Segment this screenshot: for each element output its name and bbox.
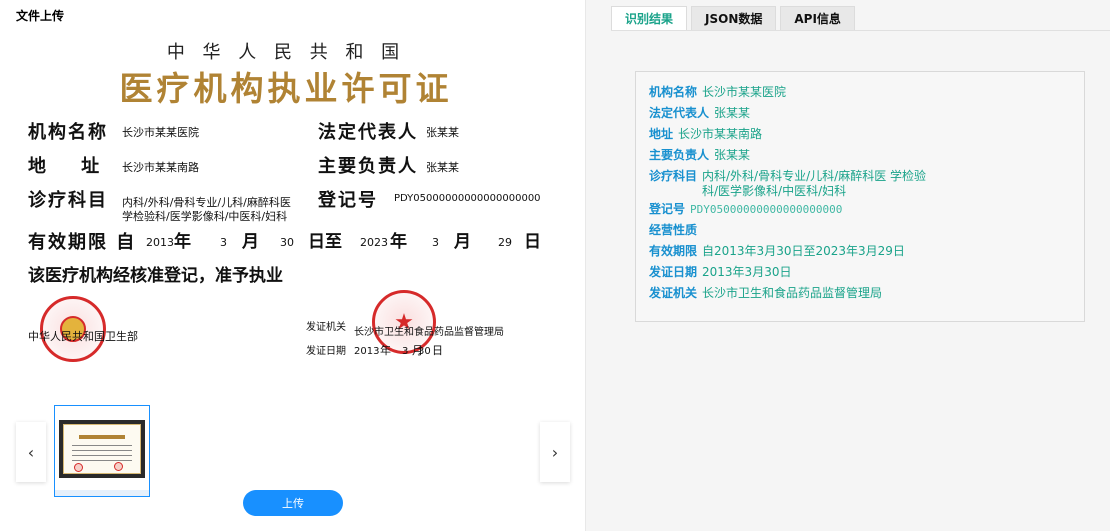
license-issue-year: 2013: [354, 346, 380, 357]
license-issue-day: 30: [418, 346, 431, 357]
field-value: 内科/外科/骨科专业/儿科/麻醉科医 学检验科/医学影像科/中医科/妇科: [702, 169, 927, 198]
license-label-addr: 地 址: [28, 156, 102, 177]
license-label-validity: 有效期限 自: [28, 232, 137, 253]
field-value: 长沙市某某医院: [702, 85, 787, 99]
result-row: 主要负责人 张某某: [649, 145, 1071, 166]
upload-button[interactable]: 上传: [243, 490, 343, 516]
field-value: 长沙市卫生和食品药品监督管理局: [702, 286, 883, 300]
chevron-right-icon: ›: [551, 442, 559, 462]
field-key: 地址: [649, 127, 674, 141]
license-country: 中 华 人 民 共 和 国: [166, 42, 406, 63]
tab-bar: 识别结果 JSON数据 API信息: [611, 6, 855, 30]
tab-json-data[interactable]: JSON数据: [691, 6, 777, 30]
license-value-chief: 张某某: [426, 161, 459, 174]
field-key: 登记号: [649, 202, 686, 216]
field-key: 诊疗科目: [649, 169, 698, 183]
license-value-subjects-2: 学检验科/医学影像科/中医科/妇科: [122, 210, 288, 223]
field-value: 长沙市某某南路: [678, 127, 763, 141]
field-key: 有效期限: [649, 244, 698, 258]
result-row: 登记号 PDY05000000000000000000: [649, 199, 1071, 220]
license-valid-day-2: 29: [498, 236, 512, 249]
license-valid-month-2: 3: [432, 236, 439, 249]
license-label-reg: 登记号: [318, 190, 378, 211]
field-key: 发证日期: [649, 265, 698, 279]
license-label-issue-date: 发证日期: [306, 346, 346, 357]
tab-recognition-result[interactable]: 识别结果: [611, 6, 688, 30]
panel-title: 文件上传: [16, 9, 65, 23]
license-label-issuer: 发证机关: [306, 322, 346, 333]
result-panel: 识别结果 JSON数据 API信息 机构名称 长沙市某某医院 法定代表人 张某某…: [611, 0, 1110, 531]
result-row: 机构名称 长沙市某某医院: [649, 82, 1071, 103]
field-value: PDY05000000000000000000: [690, 203, 843, 216]
result-row: 诊疗科目 内科/外科/骨科专业/儿科/麻醉科医 学检验科/医学影像科/中医科/妇…: [649, 166, 1071, 199]
field-value: 自2013年3月30日至2023年3月29日: [702, 244, 905, 258]
tab-api-info[interactable]: API信息: [780, 6, 855, 30]
app-root: 文件上传 中 华 人 民 共 和 国 医疗机构执业许可证 机构名称 长沙市某某医…: [0, 0, 1110, 531]
license-issue-ri: 日: [432, 344, 443, 357]
result-row: 有效期限 自2013年3月30日至2023年3月29日: [649, 241, 1071, 262]
result-row: 地址 长沙市某某南路: [649, 124, 1071, 145]
license-value-name: 长沙市某某医院: [122, 126, 199, 139]
license-value-issuer: 长沙市卫生和食品药品监督管理局: [354, 327, 504, 338]
license-valid-year-1: 2013: [146, 236, 174, 249]
license-label-subjects: 诊疗科目: [28, 190, 108, 211]
license-value-reg: PDY05000000000000000000: [394, 193, 541, 204]
chevron-left-icon: ‹: [27, 442, 35, 462]
license-issue-month: 3: [402, 346, 409, 357]
prev-image-button[interactable]: ‹: [16, 422, 46, 482]
license-value-rep: 张某某: [426, 126, 459, 139]
license-valid-ri-2: 日: [524, 232, 541, 252]
license-title: 医疗机构执业许可证: [119, 69, 453, 108]
field-key: 经营性质: [649, 223, 698, 237]
license-ministry: 中华人民共和国卫生部: [28, 330, 138, 343]
license-value-addr: 长沙市某某南路: [122, 161, 199, 174]
thumbnail-preview: [63, 424, 141, 474]
license-valid-yue-1: 月: [242, 232, 259, 252]
upload-panel: 文件上传 中 华 人 民 共 和 国 医疗机构执业许可证 机构名称 长沙市某某医…: [0, 0, 586, 531]
result-row: 发证日期 2013年3月30日: [649, 262, 1071, 283]
result-row: 经营性质: [649, 220, 1071, 241]
thumbnail-item[interactable]: [54, 405, 150, 497]
license-image: 中 华 人 民 共 和 国 医疗机构执业许可证 机构名称 长沙市某某医院 法定代…: [22, 34, 550, 374]
result-row: 法定代表人 张某某: [649, 103, 1071, 124]
license-valid-nian-1: 年: [174, 232, 191, 252]
license-valid-nian-2: 年: [390, 232, 407, 252]
license-valid-day-1: 30: [280, 236, 294, 249]
result-list: 机构名称 长沙市某某医院 法定代表人 张某某 地址 长沙市某某南路 主要负责人 …: [635, 71, 1085, 322]
field-value: 2013年3月30日: [702, 265, 792, 279]
license-valid-month-1: 3: [220, 236, 227, 249]
field-key: 法定代表人: [649, 106, 710, 120]
license-issue-nian: 年: [380, 344, 391, 357]
license-label-name: 机构名称: [28, 122, 108, 143]
license-valid-yue-2: 月: [454, 232, 471, 252]
field-key: 主要负责人: [649, 148, 710, 162]
result-row: 发证机关 长沙市卫生和食品药品监督管理局: [649, 283, 1071, 304]
license-approve-text: 该医疗机构经核准登记，准予执业: [28, 266, 283, 286]
license-label-chief: 主要负责人: [318, 156, 418, 177]
field-value: 张某某: [714, 148, 751, 162]
license-label-rep: 法定代表人: [318, 122, 418, 143]
thumbnail-frame: [59, 420, 145, 478]
next-image-button[interactable]: ›: [540, 422, 570, 482]
license-valid-year-2: 2023: [360, 236, 388, 249]
license-valid-rizhi: 日至: [308, 232, 342, 252]
field-key: 发证机关: [649, 286, 698, 300]
field-value: 张某某: [714, 106, 751, 120]
field-key: 机构名称: [649, 85, 698, 99]
tab-content: 机构名称 长沙市某某医院 法定代表人 张某某 地址 长沙市某某南路 主要负责人 …: [611, 30, 1110, 531]
